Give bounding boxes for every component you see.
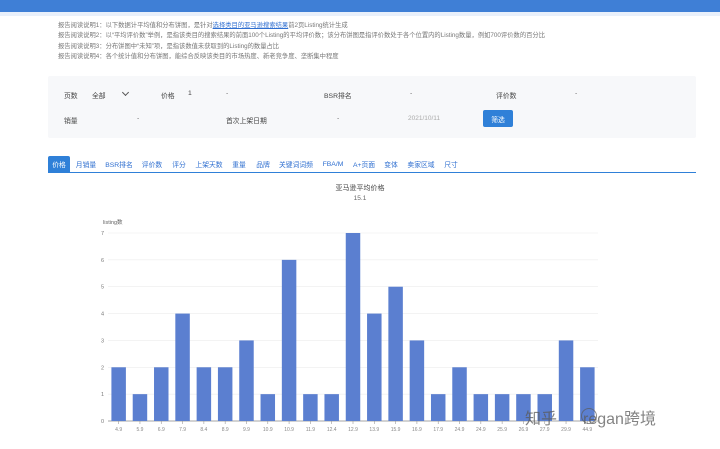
price-range-separator: -: [226, 90, 229, 97]
x-tick-label-14: 16.9: [412, 427, 422, 433]
bar-15: [430, 394, 446, 421]
y-tick-label: 2: [101, 365, 104, 371]
filter-button[interactable]: 筛选: [483, 110, 513, 127]
y-tick-label: 3: [101, 338, 104, 344]
sales-min-input[interactable]: [92, 113, 132, 124]
tab-3[interactable]: 评价数: [138, 156, 166, 172]
x-tick-label-9: 11.9: [306, 427, 316, 433]
price-label: 价格: [161, 93, 175, 100]
reviews-max-input[interactable]: [588, 88, 638, 99]
tab-11[interactable]: 变体: [380, 156, 402, 172]
x-tick-label-13: 15.9: [391, 427, 401, 433]
x-tick-label-2: 6.9: [158, 427, 165, 433]
sales-label: 销量: [64, 118, 78, 125]
x-tick-label-11: 12.9: [348, 427, 358, 433]
bar-1: [132, 394, 148, 421]
y-tick-label: 4: [101, 312, 104, 318]
bar-12: [367, 313, 382, 421]
chart-title: 亚马逊平均价格: [336, 183, 385, 192]
bar-13: [388, 286, 403, 421]
reviews-min-input[interactable]: [522, 88, 568, 99]
x-tick-label-1: 5.9: [136, 427, 143, 433]
tab-12[interactable]: 卖家区域: [404, 156, 438, 172]
x-tick-label-0: 4.9: [115, 427, 122, 433]
x-tick-label-6: 9.9: [243, 427, 250, 433]
x-tick-label-8: 10.9: [284, 427, 294, 433]
launch-date-end[interactable]: 2021/10/11: [408, 115, 440, 122]
watermark: 知乎 regan跨境: [525, 402, 705, 432]
bar-8: [281, 259, 297, 421]
price-max-input[interactable]: [238, 88, 288, 99]
bar-9: [303, 394, 318, 421]
price-min-input[interactable]: 1: [188, 90, 192, 97]
x-tick-label-10: 12.4: [327, 427, 337, 433]
report-notes: 报告阅读说明1：以下数据计平均值和分布饼图，是针对选择类目的亚马逊搜索结果前2页…: [58, 21, 698, 63]
x-tick-label-5: 8.9: [222, 427, 229, 433]
bsr-range-separator: -: [410, 90, 413, 97]
launch-date-separator: -: [337, 115, 340, 122]
bar-17: [473, 394, 489, 421]
reviews-range-separator: -: [575, 90, 578, 97]
x-tick-label-12: 13.9: [369, 427, 379, 433]
y-axis-label: listing数: [103, 218, 123, 226]
bsr-max-input[interactable]: [420, 88, 470, 99]
tab-9[interactable]: FBA/M: [318, 156, 348, 172]
reviews-label: 评价数: [496, 93, 517, 100]
sales-range-separator: -: [137, 115, 140, 122]
report-note-3: 报告阅读说明3：分布饼图中“未知”项，是指该数值未获取到的Listing的数量占…: [58, 42, 280, 50]
metric-tabs: 价格 月销量 BSR排名 评价数 评分 上架天数 重量 品牌 关键词词频 FBA/M A+页面 变体卖…: [48, 154, 696, 173]
sales-max-input[interactable]: [148, 113, 198, 124]
tab-10[interactable]: A+页面: [350, 156, 378, 172]
tab-4[interactable]: 评分: [168, 156, 190, 172]
watermark-site: 知乎: [525, 411, 558, 428]
y-tick-label: 1: [101, 392, 104, 398]
bar-14: [409, 340, 425, 421]
tab-8[interactable]: 关键词词频: [276, 156, 316, 172]
report-note-4: 报告阅读说明4：各个统计值和分布饼图，能综合反映该类目的市场热度、新老竞争度、垄…: [58, 53, 339, 61]
report-note-link[interactable]: 选择类目的亚马逊搜索结果: [213, 22, 289, 29]
tab-6[interactable]: 重量: [228, 156, 250, 172]
bar-5: [217, 367, 233, 421]
y-tick-label: 6: [101, 258, 104, 264]
chevron-down-icon[interactable]: [121, 88, 130, 97]
bsr-min-input[interactable]: [348, 88, 398, 99]
tab-2[interactable]: BSR排名: [102, 156, 136, 172]
tab-1[interactable]: 月销量: [72, 156, 100, 172]
top-banner: [0, 0, 720, 12]
x-tick-label-3: 7.9: [179, 427, 186, 433]
x-tick-label-16: 24.9: [455, 427, 465, 433]
y-tick-label: 5: [101, 285, 104, 291]
tab-5[interactable]: 上架天数: [192, 156, 226, 172]
bar-6: [239, 340, 254, 421]
chart-subtitle: 15.1: [354, 195, 367, 202]
bar-11: [345, 233, 361, 421]
report-note-2: 报告阅读说明2：以“平均评价数”举例，是指该类目的搜索结果的前面100个List…: [58, 32, 546, 40]
wechat-logo-icon: [581, 408, 597, 424]
bar-3: [175, 313, 190, 421]
pages-select[interactable]: 全部: [92, 90, 106, 100]
launch-date-label: 首次上架日期: [226, 118, 267, 125]
x-tick-label-15: 17.9: [433, 427, 443, 433]
top-banner-edge: [0, 12, 720, 16]
launch-date-start[interactable]: [278, 113, 328, 124]
report-note-1: 报告阅读说明1：以下数据计平均值和分布饼图，是针对选择类目的亚马逊搜索结果前2页…: [58, 22, 348, 29]
x-tick-label-17: 24.9: [476, 427, 486, 433]
bar-4: [196, 367, 212, 421]
x-tick-label-18: 25.9: [497, 427, 507, 433]
tab-0[interactable]: 价格: [48, 156, 70, 172]
y-tick-label: 0: [101, 419, 104, 425]
y-tick-label: 7: [101, 231, 104, 237]
tab-7[interactable]: 品牌: [252, 156, 274, 172]
bar-10: [324, 394, 339, 421]
x-tick-label-4: 8.4: [200, 427, 207, 433]
x-tick-label-7: 10.9: [263, 427, 273, 433]
tab-13[interactable]: 尺寸: [440, 156, 462, 172]
filter-panel: 页数 全部 价格 1 - BSR排名 - 评价数 - 销量 - 首次上架日期 -…: [48, 76, 696, 138]
bar-7: [260, 394, 276, 421]
bar-0: [111, 367, 126, 421]
bar-16: [452, 367, 467, 421]
pages-label: 页数: [64, 93, 78, 100]
bar-2: [154, 367, 169, 421]
bar-18: [494, 394, 510, 421]
